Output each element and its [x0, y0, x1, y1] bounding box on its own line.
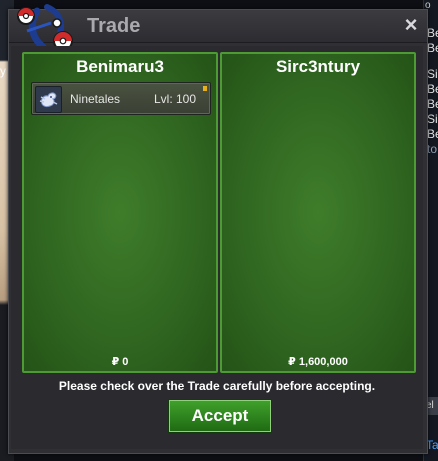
item-pokemon-name: Ninetales [70, 92, 121, 106]
money-value: 0 [122, 356, 129, 368]
item-flag-icon [203, 86, 207, 91]
chat-line: Be [427, 26, 438, 40]
trader-name: Sirc3ntury [275, 57, 361, 76]
chat-line: Be [427, 97, 438, 111]
chat-line: Be [427, 41, 438, 55]
chat-line [427, 56, 438, 67]
chat-line: to [427, 142, 438, 156]
currency-symbol: ₽ [111, 356, 120, 368]
background-left-text: y [0, 64, 6, 78]
trade-notice: Please check over the Trade carefully be… [58, 379, 376, 393]
money-value: 1,600,000 [298, 356, 348, 368]
trade-content: Benimaru3 Ninetales Lvl: 100 ₽ 0 Sirc3nt… [11, 46, 423, 449]
currency-symbol: ₽ [288, 356, 296, 368]
chat-line: Si [427, 112, 438, 126]
background-chat-log: Be Be Si Be Be Si Be to [427, 26, 438, 157]
item-pokemon-level: Lvl: 100 [154, 92, 197, 106]
trader-panel-benimaru3: Benimaru3 Ninetales Lvl: 100 ₽ 0 [22, 52, 218, 373]
trader-panel-sirc3ntury: Sirc3ntury ₽ 1,600,000 [220, 52, 416, 373]
trader-name: Benimaru3 [76, 57, 164, 76]
trader-money: ₽ 1,600,000 [222, 355, 414, 368]
trade-item-slot[interactable]: Ninetales Lvl: 100 [31, 82, 211, 115]
chat-line: Be [427, 127, 438, 141]
chat-line: Si [427, 67, 438, 81]
chat-line: Be [427, 82, 438, 96]
trader-money: ₽ 0 [24, 355, 216, 368]
window-title: Trade [87, 15, 141, 37]
close-icon[interactable]: × [401, 14, 421, 36]
ninetales-sprite-icon [35, 86, 62, 113]
accept-button[interactable]: Accept [169, 400, 271, 432]
trade-window: Trade × Benimaru3 Ninetales Lvl: 100 ₽ 0… [8, 4, 428, 454]
